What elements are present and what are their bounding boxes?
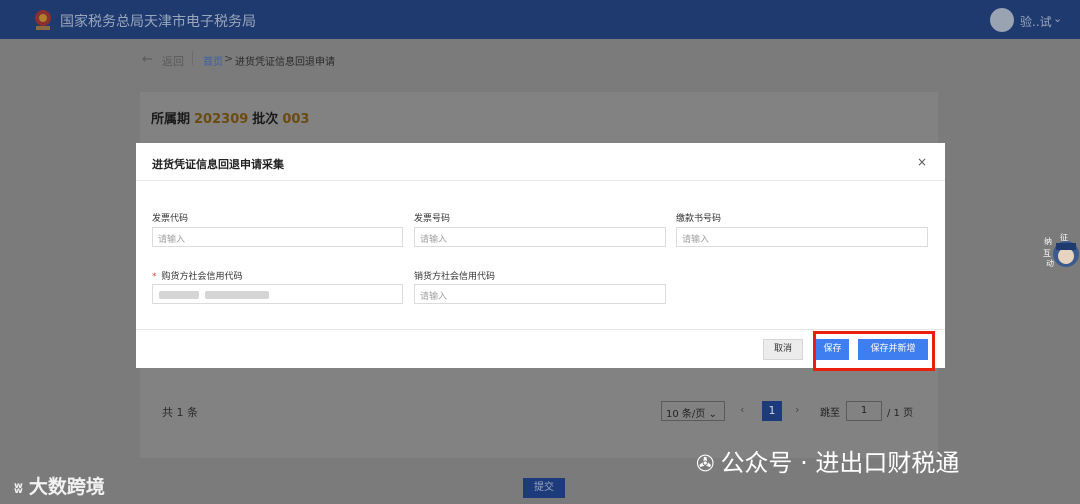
jump-label: 跳至 <box>820 408 840 419</box>
seller-credit-code-label: 销货方社会信用代码 <box>414 272 496 282</box>
invoice-code-input[interactable]: 请输入 <box>152 227 403 247</box>
user-avatar[interactable] <box>990 8 1014 32</box>
invoice-code-label: 发票代码 <box>152 214 189 224</box>
chevron-down-icon[interactable]: ⌄ <box>1053 12 1062 25</box>
payment-number-label: 缴款书号码 <box>676 214 722 224</box>
watermark-right: ✇ 公众号 · 进出口财税通 <box>696 443 959 478</box>
redacted-value <box>205 291 269 299</box>
page-size-value: 10 条/页 <box>666 409 706 420</box>
batch-label: 批次 <box>252 112 279 127</box>
user-name[interactable]: 验..试 <box>1020 13 1052 30</box>
payment-number-input[interactable]: 请输入 <box>676 227 928 247</box>
svg-text:征: 征 <box>1060 232 1068 242</box>
close-icon[interactable]: × <box>917 155 927 169</box>
total-pages: / 1 页 <box>887 408 914 419</box>
tax-emblem-icon <box>35 10 51 30</box>
divider <box>136 180 945 181</box>
page-size-select[interactable]: 10 条/页 ⌄ <box>661 401 725 421</box>
highlight-annotation <box>813 331 935 371</box>
buyer-credit-code-label: * 购货方社会信用代码 <box>152 269 243 282</box>
invoice-number-input[interactable]: 请输入 <box>414 227 666 247</box>
svg-text:纳: 纳 <box>1044 236 1052 246</box>
redacted-value <box>159 291 199 299</box>
submit-button[interactable]: 提交 <box>523 478 565 498</box>
breadcrumb-home[interactable]: 首页 <box>203 53 223 68</box>
site-title: 国家税务总局天津市电子税务局 <box>60 14 256 30</box>
back-link[interactable]: 返回 <box>162 53 184 69</box>
watermark-right-text: 公众号 · 进出口财税通 <box>720 449 960 477</box>
breadcrumb-divider <box>192 51 193 65</box>
buyer-credit-code-input[interactable] <box>152 284 403 304</box>
dialog-title: 进货凭证信息回退申请采集 <box>152 158 284 171</box>
watermark-left: ʬ 大数跨境 <box>14 472 105 499</box>
back-arrow-icon[interactable]: ← <box>142 52 153 67</box>
brand-logo-icon: ʬ <box>14 479 23 497</box>
jump-page-input[interactable]: 1 <box>846 401 882 421</box>
invoice-number-label: 发票号码 <box>414 214 451 224</box>
batch-value: 003 <box>282 112 310 127</box>
wechat-icon: ✇ <box>696 452 715 477</box>
required-mark: * <box>152 272 157 282</box>
total-count: 共 1 条 <box>162 406 198 419</box>
breadcrumb-separator: > <box>224 52 234 65</box>
page-number-current[interactable]: 1 <box>762 401 782 421</box>
interaction-widget-icon[interactable]: 纳 征 互 动 <box>1040 232 1080 274</box>
svg-text:互: 互 <box>1043 249 1051 258</box>
top-header: 国家税务总局天津市电子税务局 验..试 ⌄ <box>0 0 1080 39</box>
cancel-button[interactable]: 取消 <box>763 339 803 360</box>
watermark-left-text: 大数跨境 <box>28 476 105 498</box>
chevron-down-icon: ⌄ <box>708 409 717 420</box>
period-value: 202309 <box>194 112 249 127</box>
buyer-credit-code-label-text: 购货方社会信用代码 <box>161 272 243 282</box>
svg-text:动: 动 <box>1046 258 1054 268</box>
period-label: 所属期 <box>151 112 191 127</box>
period-row: 所属期 202309 批次 003 <box>151 108 313 127</box>
next-page-icon[interactable]: › <box>795 403 799 416</box>
seller-credit-code-input[interactable]: 请输入 <box>414 284 666 304</box>
breadcrumb-current: 进货凭证信息回退申请 <box>235 57 335 68</box>
divider <box>136 329 945 330</box>
prev-page-icon[interactable]: ‹ <box>740 403 744 416</box>
